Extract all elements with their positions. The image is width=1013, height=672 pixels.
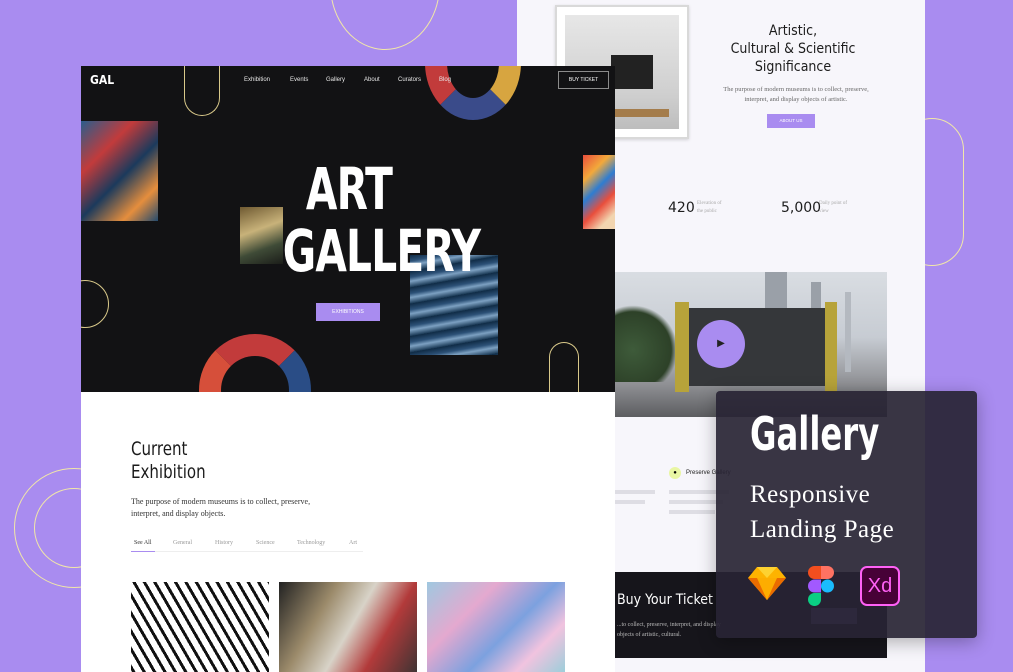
yellow-pillar-right <box>825 302 837 392</box>
nav-events[interactable]: Events <box>290 77 308 83</box>
deco-arc-top <box>330 0 440 50</box>
badge-subtitle: Responsive Landing Page <box>750 477 894 547</box>
arch-outline-bottom <box>549 342 579 392</box>
buy-ticket-button[interactable]: BUY TICKET <box>558 71 609 89</box>
xd-icon: Xd <box>860 566 900 606</box>
stat-value-1: 420 <box>668 200 695 216</box>
active-filter-underline <box>131 551 155 552</box>
significance-description: The purpose of modern museums is to coll… <box>723 86 869 103</box>
badge-subtitle-line1: Responsive <box>750 481 871 508</box>
stat-value-2: 5,000 <box>781 200 822 216</box>
ring-outline-left <box>81 280 109 328</box>
significance-title: Artistic, Cultural & Scientific Signific… <box>730 23 856 75</box>
ticket-title: Buy Your Ticket <box>617 592 713 608</box>
exhibitions-button[interactable]: EXHIBITIONS <box>316 303 380 321</box>
current-title-line1: Current <box>131 438 188 460</box>
hero-title: ART GALLERY <box>282 155 481 285</box>
exhibition-thumb-collage[interactable] <box>279 582 417 672</box>
abstract-painting-left <box>81 121 158 221</box>
left-page-mockup: GAL Exhibition Events Gallery About Cura… <box>81 66 615 672</box>
play-icon[interactable]: ▶ <box>697 320 745 368</box>
filter-general[interactable]: General <box>173 540 192 546</box>
current-exhibition-description: The purpose of modern museums is to coll… <box>131 497 311 518</box>
nav-blog[interactable]: Blog <box>439 77 451 83</box>
faint-text <box>669 510 715 514</box>
gallery-bench <box>607 109 669 117</box>
exhibition-thumb-fluid-art[interactable] <box>427 582 565 672</box>
faint-text <box>669 500 723 504</box>
gallery-badge: Gallery Responsive Landing Page Xd <box>716 391 977 638</box>
badge-subtitle-line2: Landing Page <box>750 516 895 543</box>
geometric-painting <box>583 155 615 229</box>
wall-artwork <box>611 55 653 89</box>
nav-about[interactable]: About <box>364 77 380 83</box>
nav-curators[interactable]: Curators <box>398 77 421 83</box>
hero-section: GAL Exhibition Events Gallery About Cura… <box>81 66 615 392</box>
figma-icon <box>808 566 834 606</box>
sketch-icon <box>748 567 786 600</box>
painted-ring-top <box>425 66 521 120</box>
logo[interactable]: GAL <box>90 73 114 87</box>
hero-title-line2: GALLERY <box>282 217 481 285</box>
trees <box>615 302 675 382</box>
tower-3 <box>845 292 851 372</box>
nav-gallery[interactable]: Gallery <box>326 77 345 83</box>
faint-text <box>615 500 645 504</box>
arch-outline-top <box>184 66 220 116</box>
filter-see-all[interactable]: See All <box>134 540 152 546</box>
yellow-pillar-left <box>675 302 689 392</box>
filter-history[interactable]: History <box>215 540 233 546</box>
filter-tabs: See All General History Science Technolo… <box>131 538 363 552</box>
about-us-button[interactable]: ABOUT US <box>767 114 815 128</box>
exhibition-thumb-stormtroopers[interactable] <box>131 582 269 672</box>
tower-1 <box>765 272 787 312</box>
faint-text <box>615 490 655 494</box>
badge-title: Gallery <box>750 407 880 461</box>
filter-technology[interactable]: Technology <box>297 540 325 546</box>
hero-title-line1: ART <box>305 155 393 223</box>
current-exhibition-title: Current Exhibition <box>131 438 206 484</box>
current-title-line2: Exhibition <box>131 461 206 483</box>
painted-ring-bottom <box>199 334 311 392</box>
stat-label-1: Elevation of the public <box>697 201 722 214</box>
stat-label-2: Daily point of view <box>819 201 848 214</box>
preserve-icon: ● <box>669 467 681 479</box>
filter-art[interactable]: Art <box>349 540 357 546</box>
filter-science[interactable]: Science <box>256 540 275 546</box>
portrait-painting <box>240 207 283 264</box>
current-exhibition-section: Current Exhibition The purpose of modern… <box>81 392 615 672</box>
nav-exhibition[interactable]: Exhibition <box>244 77 270 83</box>
